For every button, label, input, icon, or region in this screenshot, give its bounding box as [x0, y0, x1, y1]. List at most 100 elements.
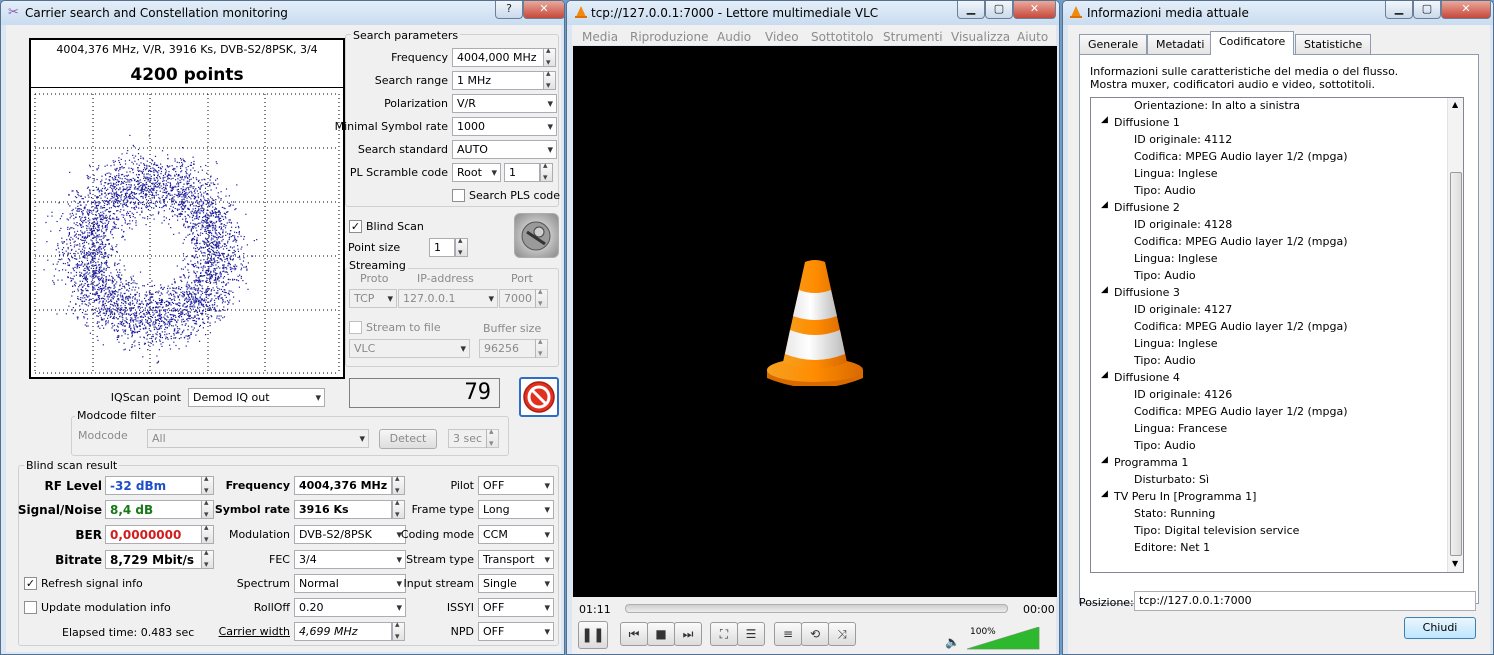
- equalizer-icon[interactable]: ☰: [737, 622, 765, 646]
- collapse-arrow-icon[interactable]: ◢: [1101, 489, 1108, 499]
- coding-select[interactable]: CCM: [478, 525, 554, 544]
- sec-input[interactable]: 3 sec: [448, 429, 487, 448]
- npd-select[interactable]: OFF: [478, 622, 554, 641]
- fullscreen-icon[interactable]: ⛶: [710, 622, 738, 646]
- menu-tools[interactable]: Strumenti: [883, 30, 943, 44]
- minimize-button[interactable]: ▁: [957, 1, 985, 19]
- tab-generale[interactable]: Generale: [1079, 34, 1148, 54]
- pilot-select[interactable]: OFF: [478, 476, 554, 495]
- tree-scrollbar[interactable]: ▲ ▼: [1447, 98, 1463, 572]
- video-area[interactable]: [573, 46, 1057, 597]
- tree-item[interactable]: Diffusione 1: [1114, 116, 1180, 129]
- next-icon[interactable]: ⏭: [674, 622, 702, 646]
- frequency-spinner[interactable]: [543, 46, 556, 68]
- ber-spinner[interactable]: [201, 523, 214, 545]
- blind-scan-checkbox[interactable]: ✓: [349, 220, 362, 233]
- tab-statistiche[interactable]: Statistiche: [1295, 34, 1372, 54]
- tab-codificatore[interactable]: Codificatore: [1210, 31, 1295, 55]
- player-select[interactable]: VLC: [349, 339, 470, 358]
- help-button[interactable]: ?: [495, 1, 523, 19]
- stream-file-checkbox[interactable]: [349, 321, 362, 334]
- menu-help[interactable]: Aiuto: [1017, 30, 1048, 44]
- stop-icon[interactable]: ■: [647, 622, 675, 646]
- spectrum-select[interactable]: Normal: [294, 574, 406, 593]
- pl-code-input[interactable]: 1: [504, 163, 540, 182]
- res-sr-spinner[interactable]: [392, 498, 405, 520]
- scroll-up-icon[interactable]: ▲: [1452, 100, 1458, 109]
- close-button[interactable]: ✕: [1013, 1, 1056, 19]
- point-size-spinner[interactable]: [455, 236, 468, 258]
- loop-icon[interactable]: ⟲: [801, 622, 829, 646]
- menu-playback[interactable]: Riproduzione: [630, 30, 709, 44]
- shuffle-icon[interactable]: ⤨: [828, 622, 856, 646]
- refresh-checkbox[interactable]: ✓: [24, 577, 37, 590]
- frequency-input[interactable]: 4004,000 MHz: [452, 48, 544, 67]
- previous-icon[interactable]: ⏮: [620, 622, 648, 646]
- collapse-arrow-icon[interactable]: ◢: [1101, 115, 1108, 125]
- tree-item[interactable]: Diffusione 4: [1114, 371, 1180, 384]
- tree-item[interactable]: Diffusione 3: [1114, 286, 1180, 299]
- close-button[interactable]: Chiudi: [1404, 617, 1476, 639]
- modulation-select[interactable]: DVB-S2/8PSK: [294, 525, 406, 544]
- sec-spinner[interactable]: [486, 427, 499, 449]
- tree-item[interactable]: TV Peru In [Programma 1]: [1114, 490, 1256, 503]
- ip-select[interactable]: 127.0.0.1: [398, 289, 498, 308]
- port-input[interactable]: 7000: [499, 289, 536, 308]
- port-spinner[interactable]: [535, 287, 548, 309]
- seek-bar[interactable]: [625, 604, 1008, 613]
- tab-metadati[interactable]: Metadati: [1147, 34, 1214, 54]
- fec-select[interactable]: 3/4: [294, 550, 406, 569]
- collapse-arrow-icon[interactable]: ◢: [1101, 370, 1108, 380]
- collapse-arrow-icon[interactable]: ◢: [1101, 285, 1108, 295]
- issyi-select[interactable]: OFF: [478, 598, 554, 617]
- stype-select[interactable]: Transport: [478, 550, 554, 569]
- modcode-select[interactable]: All: [147, 429, 369, 448]
- stop-button[interactable]: [519, 377, 559, 417]
- maximize-button[interactable]: ▢: [1413, 1, 1441, 19]
- bitrate-spinner[interactable]: [201, 548, 214, 570]
- menu-audio[interactable]: Audio: [717, 30, 751, 44]
- cw-spinner[interactable]: [392, 620, 405, 642]
- sn-spinner[interactable]: [201, 498, 214, 520]
- pl-code-spinner[interactable]: [540, 161, 553, 183]
- scan-logo-button[interactable]: [514, 213, 559, 258]
- cw-label[interactable]: Carrier width: [219, 625, 290, 638]
- volume-slider[interactable]: [967, 627, 1041, 650]
- menu-view[interactable]: Visualizza: [951, 30, 1010, 44]
- minimize-button[interactable]: ▁: [1385, 1, 1413, 19]
- speaker-icon[interactable]: 🔈: [945, 635, 960, 649]
- scroll-thumb[interactable]: [1450, 172, 1462, 556]
- menu-media[interactable]: Media: [582, 30, 618, 44]
- polarization-select[interactable]: V/R: [452, 94, 557, 113]
- min-sr-select[interactable]: 1000: [452, 117, 557, 136]
- standard-select[interactable]: AUTO: [452, 140, 557, 159]
- playlist-icon[interactable]: ≡: [774, 622, 802, 646]
- scroll-down-icon[interactable]: ▼: [1452, 559, 1458, 568]
- collapse-arrow-icon[interactable]: ◢: [1101, 200, 1108, 210]
- res-freq-spinner[interactable]: [392, 474, 405, 496]
- buffer-spinner[interactable]: [535, 337, 548, 359]
- close-button[interactable]: ✕: [1441, 1, 1491, 19]
- detect-button[interactable]: Detect: [379, 429, 437, 449]
- buffer-input[interactable]: 96256: [479, 339, 536, 358]
- position-input[interactable]: tcp://127.0.0.1:7000: [1134, 591, 1476, 611]
- rolloff-select[interactable]: 0.20: [294, 598, 406, 617]
- frame-select[interactable]: Long: [478, 500, 554, 519]
- point-size-input[interactable]: 1: [429, 238, 455, 257]
- close-button[interactable]: ✕: [523, 1, 564, 19]
- pause-button[interactable]: ❚❚: [578, 621, 608, 649]
- rf-spinner[interactable]: [201, 474, 214, 496]
- tree-item[interactable]: Diffusione 2: [1114, 201, 1180, 214]
- iqscan-select[interactable]: Demod IQ out: [188, 388, 325, 407]
- range-spinner[interactable]: [543, 69, 556, 91]
- proto-select[interactable]: TCP: [349, 289, 397, 308]
- menu-video[interactable]: Video: [765, 30, 799, 44]
- collapse-arrow-icon[interactable]: ◢: [1101, 455, 1108, 465]
- range-input[interactable]: 1 MHz: [452, 71, 544, 90]
- pl-mode-select[interactable]: Root: [452, 163, 501, 182]
- maximize-button[interactable]: ▢: [985, 1, 1013, 19]
- update-checkbox[interactable]: [24, 601, 37, 614]
- istream-select[interactable]: Single: [478, 574, 554, 593]
- pls-checkbox[interactable]: [452, 189, 465, 202]
- tree-item[interactable]: Programma 1: [1114, 456, 1188, 469]
